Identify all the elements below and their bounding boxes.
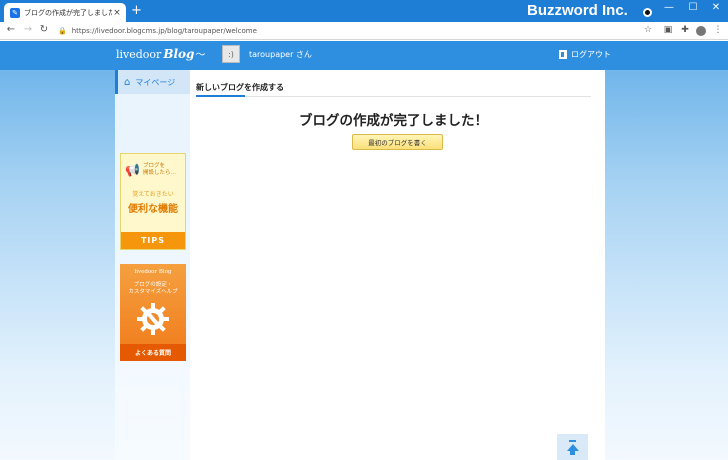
- url-text: https://livedoor.blogcms.jp/blog/taroupa…: [71, 27, 257, 35]
- help-footer: よくある質問: [120, 344, 186, 361]
- browser-tab[interactable]: ✎ ブログの作成が完了しました | livedo ×: [4, 3, 126, 22]
- help-logo: livedoor Blog: [134, 269, 172, 275]
- page-top-bar: [569, 440, 576, 442]
- feather-icon: 〜: [195, 50, 206, 61]
- help-banner[interactable]: livedoor Blog ブログの設定・ カスタマイズヘルプ よくある質問: [120, 264, 186, 361]
- puzzle-icon[interactable]: ✚: [679, 25, 691, 35]
- section-divider-accent: [196, 95, 245, 97]
- menu-dots-icon[interactable]: ⋮: [712, 25, 724, 35]
- close-window-button[interactable]: ✕: [708, 2, 724, 13]
- gear-wrench-icon: [137, 303, 169, 335]
- tips-subtitle: 覚えておきたい: [132, 191, 174, 198]
- blog-header: [0, 41, 728, 70]
- watermark-text: Buzzword Inc.: [527, 2, 628, 19]
- back-arrow-icon[interactable]: ←: [5, 24, 17, 35]
- tips-footer: TIPS: [121, 232, 185, 249]
- home-icon: ⌂: [124, 76, 131, 88]
- bookmark-star-icon[interactable]: ☆: [642, 25, 654, 35]
- extension-icon[interactable]: ▣: [662, 25, 674, 35]
- sidebar-item-mypage[interactable]: ⌂ マイページ: [115, 70, 190, 94]
- reload-icon[interactable]: ↻: [38, 24, 50, 35]
- write-first-post-button[interactable]: 最初のブログを書く: [352, 134, 443, 150]
- forward-arrow-icon[interactable]: →: [22, 24, 34, 35]
- completion-headline: ブログの作成が完了しました！: [299, 113, 488, 129]
- lock-icon: 🔒: [58, 27, 67, 35]
- user-avatar[interactable]: :): [222, 45, 240, 63]
- tips-banner[interactable]: 📢 ブログを 開設したら… 覚えておきたい 便利な機能 TIPS: [120, 153, 186, 250]
- address-bar[interactable]: 🔒 https://livedoor.blogcms.jp/blog/tarou…: [58, 24, 638, 38]
- tips-title: 便利な機能: [128, 204, 178, 215]
- logout-link[interactable]: ログアウト: [559, 49, 611, 60]
- browser-toolbar: ← → ↻ 🔒 https://livedoor.blogcms.jp/blog…: [0, 22, 728, 40]
- tab-close-icon[interactable]: ×: [112, 8, 122, 18]
- tab-title: ブログの作成が完了しました | livedo: [24, 8, 112, 17]
- account-icon[interactable]: [696, 26, 706, 36]
- minimize-button[interactable]: —: [661, 2, 677, 13]
- blog-favicon-icon: ✎: [10, 7, 20, 18]
- browser-profile-icon[interactable]: [643, 8, 652, 17]
- page-top-stem: [570, 449, 575, 455]
- section-title: 新しいブログを作成する: [196, 83, 284, 92]
- page-top-button[interactable]: [557, 434, 588, 460]
- livedoor-blog-logo[interactable]: livedoor Blog〜: [116, 46, 205, 61]
- logout-icon: [559, 50, 567, 59]
- section-divider: [196, 96, 591, 97]
- new-tab-button[interactable]: +: [131, 4, 142, 18]
- username[interactable]: taroupaper さん: [249, 49, 312, 60]
- maximize-button[interactable]: ☐: [685, 2, 701, 13]
- megaphone-icon: 📢: [125, 163, 140, 177]
